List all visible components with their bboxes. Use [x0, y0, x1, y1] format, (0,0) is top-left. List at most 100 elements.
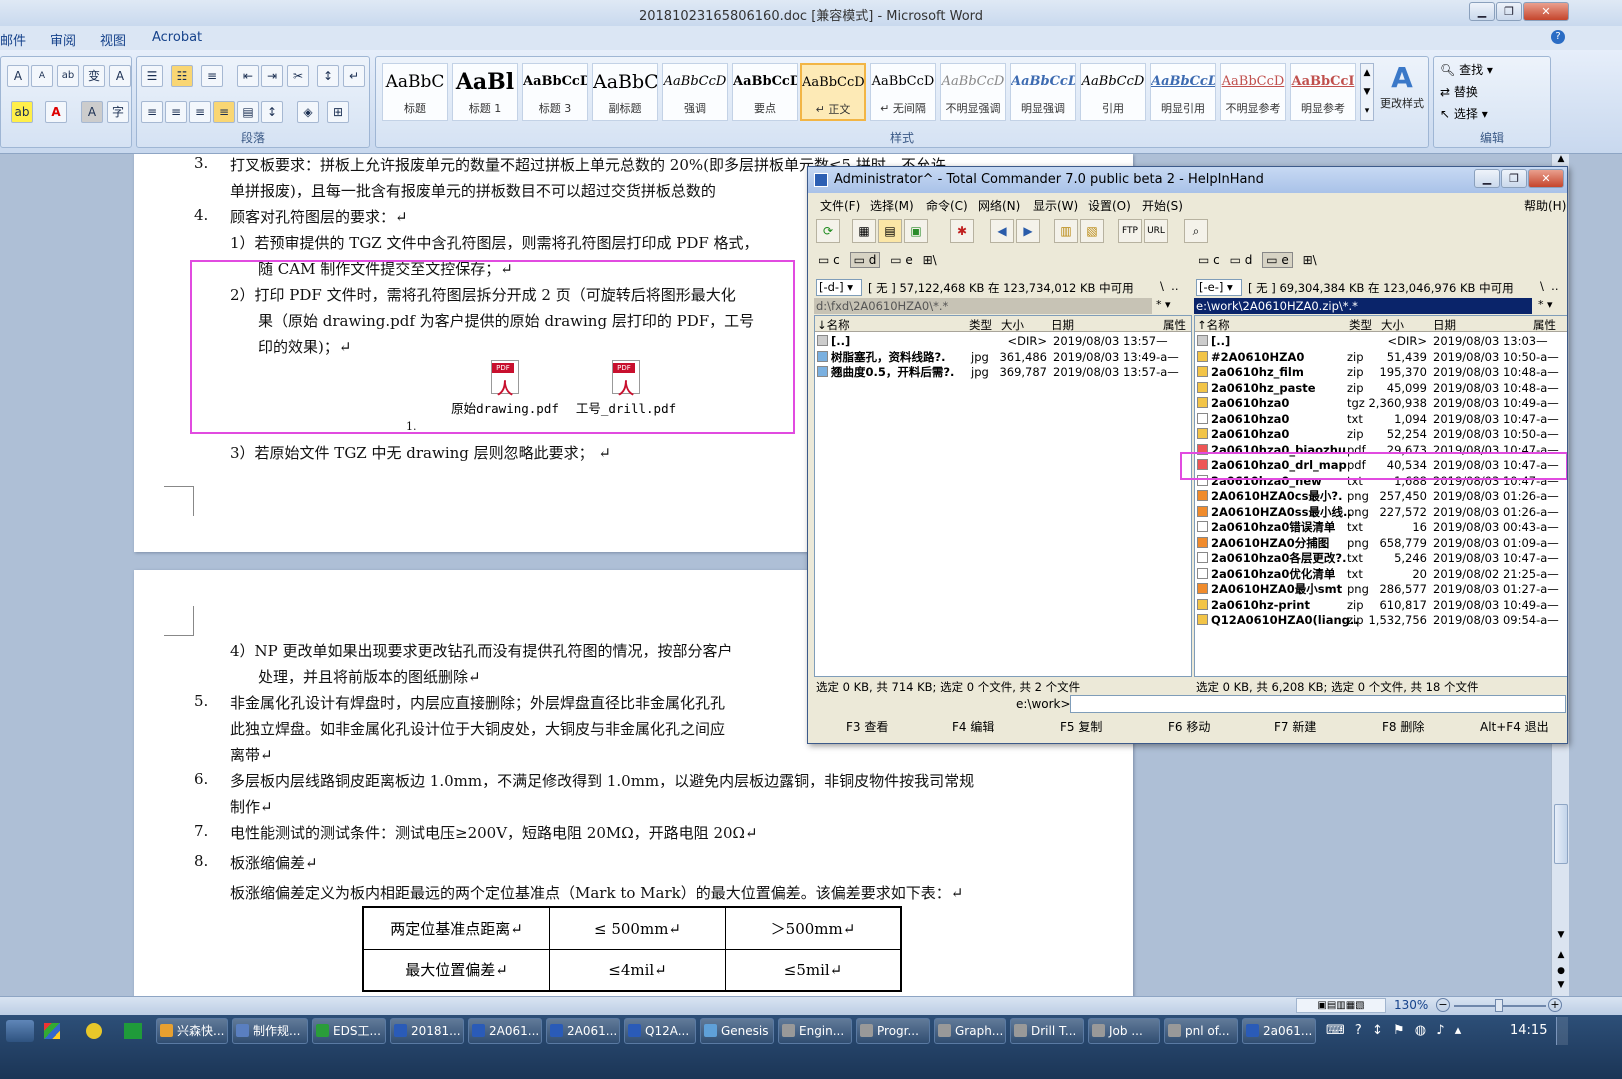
style-intense-emphasis[interactable]: AaBbCcD 明显强调	[1010, 63, 1076, 121]
taskbar-item[interactable]: Q12A...	[624, 1018, 696, 1044]
bullets-icon[interactable]: ☰	[141, 65, 163, 87]
col-date[interactable]: 日期	[1433, 317, 1456, 333]
grow-font-button[interactable]: A	[7, 65, 29, 87]
phonetic-guide-button[interactable]: 变	[83, 65, 105, 87]
drive-d-button[interactable]: ▭ d	[1230, 253, 1253, 267]
taskbar-item[interactable]: Job ...	[1088, 1018, 1160, 1044]
zoom-in-icon[interactable]: +	[1548, 998, 1562, 1012]
clock[interactable]: 14:15	[1510, 1023, 1547, 1038]
left-file-panel[interactable]: ↓名称 类型 大小 日期 属性 [..] <DIR> 2019/08/03 13:5…	[814, 315, 1192, 677]
taskbar-item[interactable]: 制作规...	[232, 1018, 308, 1044]
file-row[interactable]: 2a0610hz_film zip 195,370 2019/08/03 10:48-…	[1197, 365, 1567, 380]
sort-icon[interactable]: ↕	[317, 65, 339, 87]
char-border-button[interactable]: A	[109, 65, 131, 87]
align-center-icon[interactable]: ≡	[165, 101, 187, 123]
tray-expand-icon[interactable]: ▴	[1455, 1023, 1462, 1038]
style-strong[interactable]: AaBbCcD 要点	[732, 63, 798, 121]
tc-menu-start[interactable]: 开始(S)	[1142, 197, 1183, 214]
tc-restore-button[interactable]: ❐	[1501, 169, 1527, 188]
col-attr[interactable]: 属性	[1533, 317, 1556, 333]
distribute-icon[interactable]: ▤	[237, 101, 259, 123]
volume-icon[interactable]: ♪	[1436, 1023, 1444, 1038]
left-path[interactable]: d:\fxd\2A0610HZA0\*.*	[814, 298, 1152, 314]
ime-icon[interactable]: ↕	[1372, 1023, 1383, 1038]
detail-view-icon[interactable]: ▤	[878, 219, 902, 243]
network-drive-button[interactable]: ⊞\	[1303, 253, 1317, 267]
file-row[interactable]: [..] <DIR> 2019/08/03 13:57—	[817, 334, 1187, 349]
fkey-button[interactable]: F5 复制	[1060, 718, 1102, 735]
file-row[interactable]: 2a0610hza0 txt 1,094 2019/08/03 10:47-a—	[1197, 412, 1567, 427]
taskbar-item[interactable]: 兴森快...	[156, 1018, 228, 1044]
view-buttons[interactable]: ▣▤▥▦▧	[1296, 998, 1386, 1013]
style-title[interactable]: AaBbC 标题	[382, 63, 448, 121]
taskbar-item[interactable]: Genesis	[700, 1018, 774, 1044]
command-line-input[interactable]	[1070, 695, 1566, 713]
drive-e-button[interactable]: ▭ e	[890, 253, 913, 267]
invert-selection-icon[interactable]: ✱	[950, 219, 974, 243]
next-page-icon[interactable]: ▼	[1554, 980, 1568, 994]
tab-review[interactable]: 审阅	[50, 30, 76, 49]
show-desktop-button[interactable]	[1556, 1017, 1568, 1045]
quicklaunch-icon[interactable]	[86, 1023, 102, 1039]
shrink-font-button[interactable]: A	[31, 65, 53, 87]
taskbar-item[interactable]: EDS工...	[312, 1018, 386, 1044]
right-history-icon[interactable]: * ▾	[1538, 298, 1553, 311]
numbering-icon[interactable]: ☷	[171, 65, 193, 87]
file-row[interactable]: 2a0610hza0错误清单 txt 16 2019/08/03 00:43-a—	[1197, 520, 1567, 535]
back-icon[interactable]: ◀	[990, 219, 1014, 243]
col-type[interactable]: 类型	[969, 317, 992, 333]
file-row[interactable]: 翘曲度0.5，开料后需?. jpg 369,787 2019/08/03 13:57-…	[817, 365, 1187, 380]
unpack-icon[interactable]: ▧	[1080, 219, 1104, 243]
chinese-layout-icon[interactable]: ✂	[287, 65, 309, 87]
help-icon[interactable]: ?	[1551, 30, 1565, 44]
tc-menu-help[interactable]: 帮助(H)	[1524, 197, 1566, 214]
fkey-button[interactable]: F3 查看	[846, 718, 888, 735]
style-heading-3[interactable]: AaBbCcD 标题 3	[522, 63, 588, 121]
left-drive-combo[interactable]: [-d-] ▾	[816, 279, 862, 296]
file-row[interactable]: #2A0610HZA0 zip 51,439 2019/08/03 10:50-a—	[1197, 350, 1567, 365]
taskbar-item[interactable]: Progr...	[856, 1018, 930, 1044]
style-intense-quote[interactable]: AaBbCcD 明显引用	[1150, 63, 1216, 121]
file-row[interactable]: 2a0610hz_paste zip 45,099 2019/08/03 10:48-…	[1197, 381, 1567, 396]
col-date[interactable]: 日期	[1051, 317, 1074, 333]
drive-d-button[interactable]: ▭ d	[849, 252, 881, 268]
forward-icon[interactable]: ▶	[1016, 219, 1040, 243]
network-icon[interactable]: ◍	[1415, 1023, 1426, 1038]
replace-button[interactable]: ⇄ 替换	[1440, 83, 1478, 100]
thumbnail-icon[interactable]: ▣	[904, 219, 928, 243]
file-row[interactable]: [..] <DIR> 2019/08/03 13:03—	[1197, 334, 1567, 349]
fkey-button[interactable]: F8 删除	[1382, 718, 1424, 735]
file-row[interactable]: 2a0610hza0优化清单 txt 20 2019/08/02 21:25-a—	[1197, 567, 1567, 582]
fkey-button[interactable]: F7 新建	[1274, 718, 1316, 735]
prev-page-icon[interactable]: ▲	[1554, 950, 1568, 964]
fkey-button[interactable]: F4 编辑	[952, 718, 994, 735]
col-size[interactable]: 大小	[1001, 317, 1024, 333]
taskbar-item[interactable]: pnl of...	[1164, 1018, 1238, 1044]
tc-menu-show[interactable]: 显示(W)	[1033, 197, 1078, 214]
refresh-icon[interactable]: ⟳	[816, 219, 840, 243]
style-subtle-reference[interactable]: AaBbCcD 不明显参考	[1220, 63, 1286, 121]
url-icon[interactable]: URL	[1144, 219, 1168, 243]
tc-menu-file[interactable]: 文件(F)	[820, 197, 860, 214]
shading-icon[interactable]: ◈	[297, 101, 319, 123]
help-tray-icon[interactable]: ?	[1355, 1023, 1362, 1038]
tc-menu-mark[interactable]: 选择(M)	[870, 197, 914, 214]
decrease-indent-icon[interactable]: ⇤	[237, 65, 259, 87]
style-intense-reference[interactable]: AaBbCcI 明显参考	[1290, 63, 1356, 121]
file-row[interactable]: 2a0610hza0 tgz 2,360,938 2019/08/03 10:49-a…	[1197, 396, 1567, 411]
style-no-spacing[interactable]: AaBbCcD ↵ 无间隔	[870, 63, 936, 121]
scroll-thumb[interactable]	[1554, 804, 1568, 864]
line-spacing-icon[interactable]: ↕	[261, 101, 283, 123]
tc-minimize-button[interactable]: ▁	[1474, 169, 1500, 188]
increase-indent-icon[interactable]: ⇥	[261, 65, 283, 87]
zoom-slider-thumb[interactable]	[1495, 999, 1503, 1012]
drive-c-button[interactable]: ▭ c	[1198, 253, 1220, 267]
col-name[interactable]: ↑名称	[1197, 317, 1230, 333]
show-marks-icon[interactable]: ↵	[343, 65, 365, 87]
taskbar-item[interactable]: 20181...	[390, 1018, 464, 1044]
char-shading-icon[interactable]: A	[81, 101, 103, 123]
clear-format-button[interactable]: ab	[57, 65, 79, 87]
multilevel-list-icon[interactable]: ≡	[201, 65, 223, 87]
align-left-icon[interactable]: ≡	[141, 101, 163, 123]
pack-icon[interactable]: ▥	[1054, 219, 1078, 243]
